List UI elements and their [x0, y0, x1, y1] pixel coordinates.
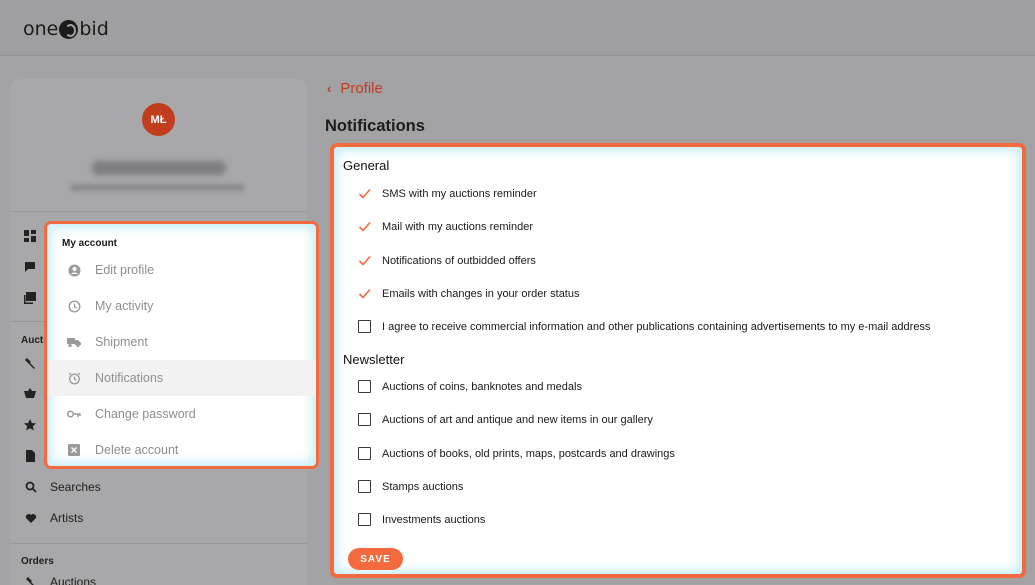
document-icon[interactable]: [24, 450, 36, 462]
option-coins-banknotes[interactable]: Auctions of coins, banknotes and medals: [358, 380, 582, 393]
menu-item-edit-profile[interactable]: Edit profile: [47, 252, 316, 288]
back-to-profile-link[interactable]: ‹ Profile: [327, 80, 383, 97]
option-label: Auctions of art and antique and new item…: [382, 413, 653, 426]
option-label: SMS with my auctions reminder: [382, 187, 537, 200]
logo-mark-icon: [59, 19, 79, 39]
logo-text-one: one: [23, 18, 59, 40]
option-mail-reminder[interactable]: Mail with my auctions reminder: [358, 220, 533, 233]
my-account-menu: My account Edit profile My activity Ship…: [44, 221, 319, 469]
option-stamps[interactable]: Stamps auctions: [358, 480, 463, 493]
option-sms-reminder[interactable]: SMS with my auctions reminder: [358, 187, 537, 200]
truck-icon: [67, 335, 81, 349]
menu-item-label: Shipment: [95, 335, 148, 349]
onebid-logo[interactable]: one bid: [23, 18, 109, 40]
message-icon[interactable]: [24, 261, 36, 273]
blurred-user-name: [92, 161, 226, 175]
menu-item-label: Notifications: [95, 371, 164, 385]
checkmark-icon[interactable]: [358, 254, 371, 267]
top-bar: one bid: [0, 0, 1035, 56]
my-account-title: My account: [62, 238, 118, 249]
checkbox[interactable]: [358, 320, 371, 333]
heart-icon: [24, 511, 38, 525]
menu-item-label: Edit profile: [95, 263, 155, 277]
sidebar-item-artists[interactable]: Artists: [24, 511, 83, 525]
library-icon[interactable]: [24, 292, 36, 304]
chevron-left-icon: ‹: [327, 81, 332, 96]
sidebar-item-searches[interactable]: Searches: [24, 480, 101, 494]
search-icon: [24, 480, 38, 494]
checkbox[interactable]: [358, 480, 371, 493]
dashboard-icon[interactable]: [24, 230, 36, 242]
gavel-icon: [24, 575, 38, 585]
option-label: I agree to receive commercial informatio…: [382, 320, 931, 333]
sidebar-item-label: Searches: [50, 480, 101, 494]
key-icon: [67, 407, 81, 421]
option-investments[interactable]: Investments auctions: [358, 513, 485, 526]
blurred-user-email: [70, 184, 245, 191]
sidebar-item-label: Artists: [50, 511, 84, 525]
option-art-antique[interactable]: Auctions of art and antique and new item…: [358, 413, 653, 426]
menu-item-shipment[interactable]: Shipment: [47, 324, 316, 360]
sidebar-divider: [10, 543, 307, 544]
option-outbidded-offers[interactable]: Notifications of outbidded offers: [358, 254, 536, 267]
checkmark-icon[interactable]: [358, 287, 371, 300]
option-label: Auctions of coins, banknotes and medals: [382, 380, 582, 393]
sidebar-section-auctions: Aucti: [21, 335, 46, 346]
logo-text-bid: bid: [79, 18, 109, 40]
option-label: Mail with my auctions reminder: [382, 220, 533, 233]
menu-item-notifications[interactable]: Notifications: [47, 360, 316, 396]
back-link-label: Profile: [340, 80, 383, 97]
menu-item-change-password[interactable]: Change password: [47, 396, 316, 432]
save-button[interactable]: SAVE: [348, 548, 403, 570]
checkbox[interactable]: [358, 447, 371, 460]
sidebar-item-label: Auctions: [50, 575, 97, 585]
menu-item-label: Change password: [95, 407, 196, 421]
notifications-panel: General SMS with my auctions reminder Ma…: [330, 143, 1026, 578]
user-circle-icon: [67, 263, 81, 277]
option-label: Auctions of books, old prints, maps, pos…: [382, 447, 675, 460]
group-title-general: General: [343, 158, 390, 173]
group-title-newsletter: Newsletter: [343, 352, 405, 367]
star-icon[interactable]: [24, 419, 36, 431]
option-commercial-consent[interactable]: I agree to receive commercial informatio…: [358, 320, 930, 333]
sidebar-divider: [10, 211, 307, 212]
menu-item-label: Delete account: [95, 443, 179, 457]
sidebar-item-orders-auctions[interactable]: Auctions: [24, 575, 96, 585]
page-title: Notifications: [325, 117, 425, 135]
basket-icon[interactable]: [24, 387, 36, 399]
checkbox[interactable]: [358, 413, 371, 426]
option-label: Emails with changes in your order status: [382, 287, 580, 300]
option-label: Investments auctions: [382, 513, 486, 526]
delete-box-icon: [67, 443, 81, 457]
avatar[interactable]: MŁ: [142, 103, 175, 136]
clock-icon: [67, 299, 81, 313]
menu-item-my-activity[interactable]: My activity: [47, 288, 316, 324]
sidebar-section-orders: Orders: [21, 556, 54, 567]
checkbox[interactable]: [358, 513, 371, 526]
menu-item-label: My activity: [95, 299, 154, 313]
checkmark-icon[interactable]: [358, 220, 371, 233]
checkbox[interactable]: [358, 380, 371, 393]
option-label: Notifications of outbidded offers: [382, 254, 536, 267]
option-label: Stamps auctions: [382, 480, 464, 493]
option-order-status[interactable]: Emails with changes in your order status: [358, 287, 579, 300]
gavel-icon[interactable]: [24, 357, 36, 369]
option-books-prints[interactable]: Auctions of books, old prints, maps, pos…: [358, 447, 675, 460]
checkmark-icon[interactable]: [358, 187, 371, 200]
alarm-icon: [67, 371, 81, 385]
menu-item-delete-account[interactable]: Delete account: [47, 432, 316, 466]
